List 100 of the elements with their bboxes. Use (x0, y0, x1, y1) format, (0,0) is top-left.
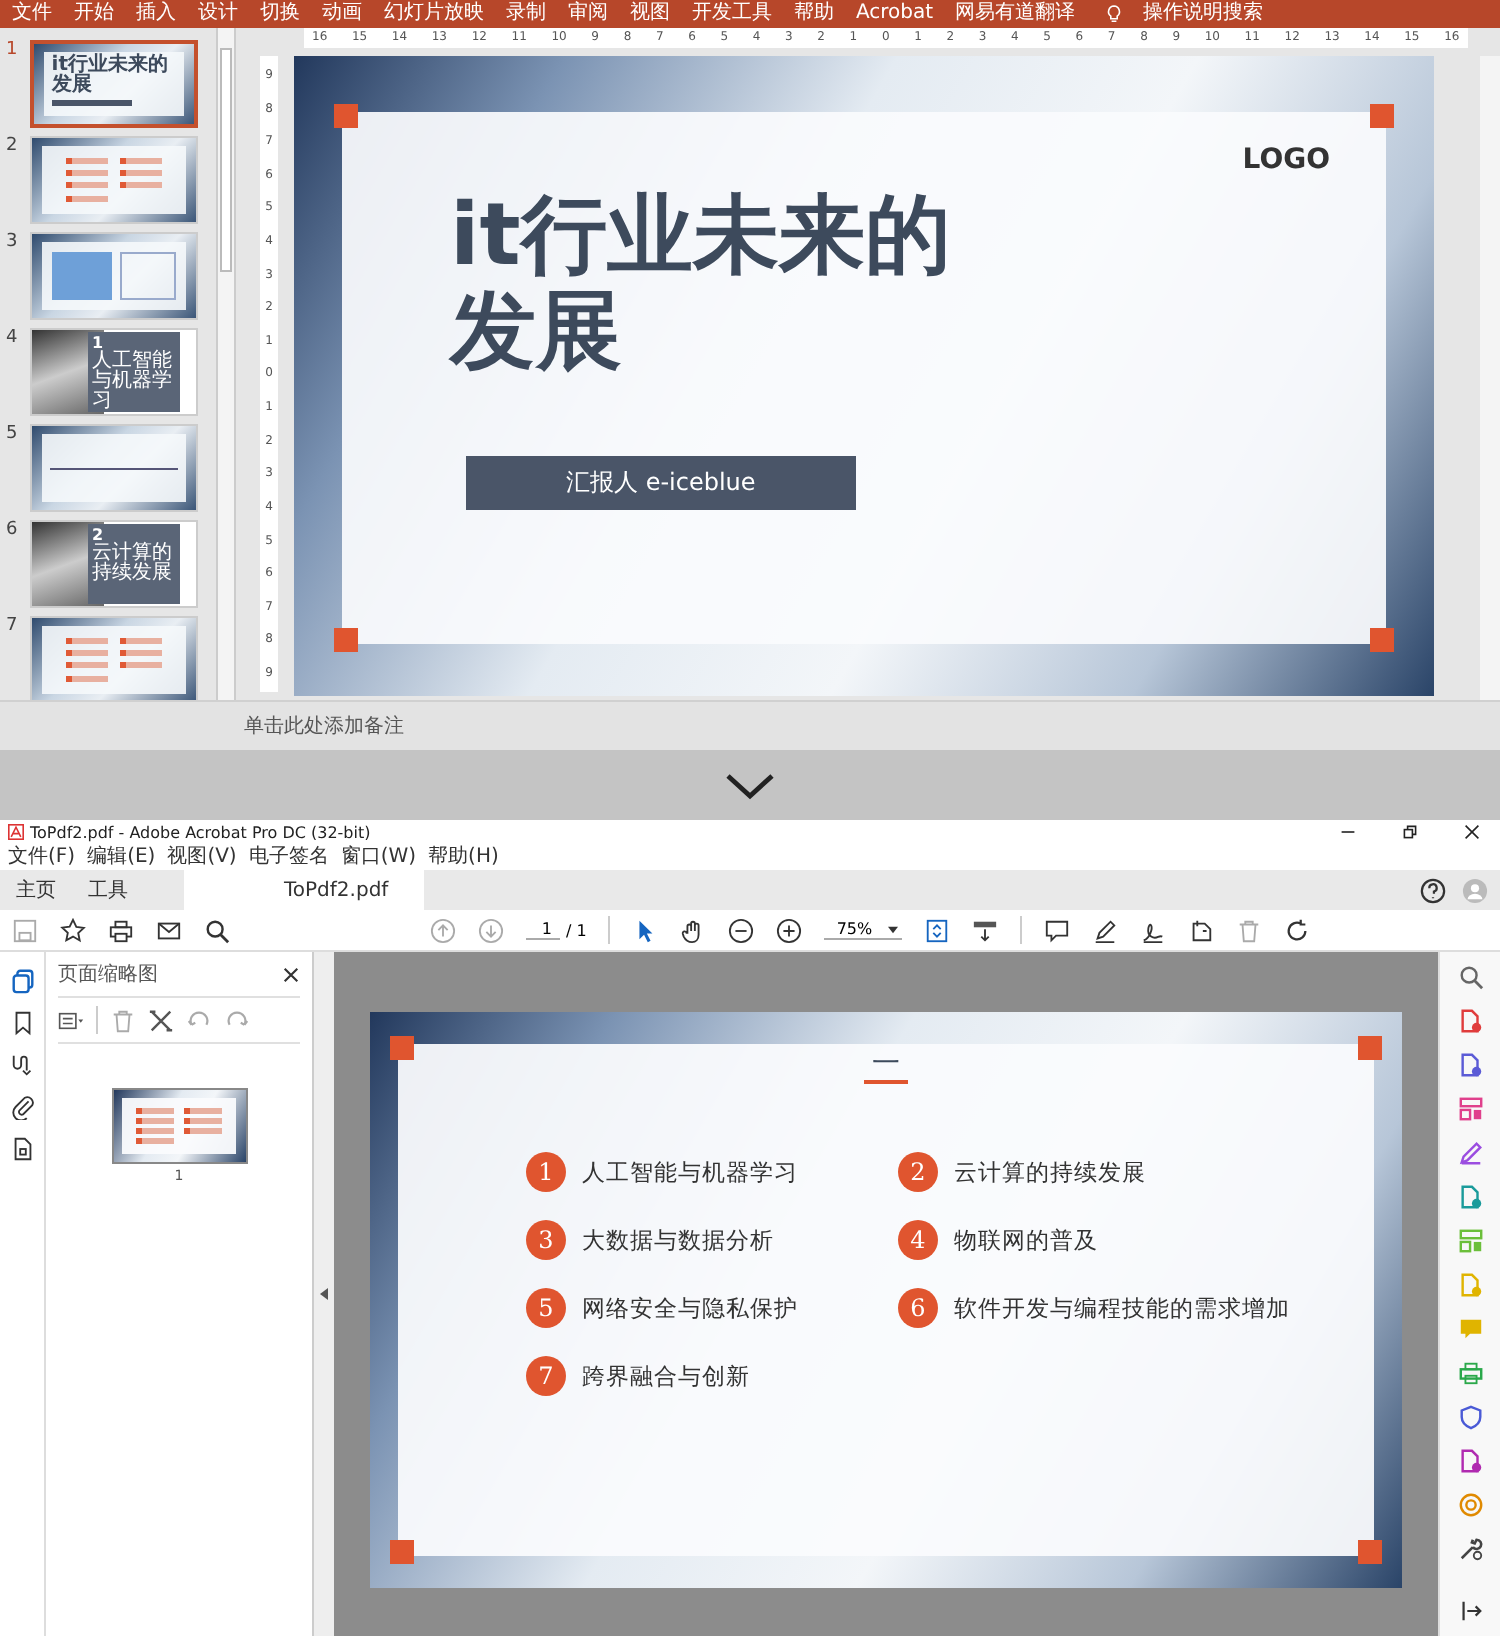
pen-icon[interactable] (1092, 917, 1119, 943)
print-icon[interactable] (108, 917, 134, 943)
paperclip-icon[interactable] (9, 1094, 35, 1120)
menu-item[interactable]: 帮助 (794, 0, 834, 28)
slide-thumbnail[interactable]: 2 云计算的持续发展 (30, 520, 198, 608)
slide-thumbnail[interactable]: 1 人工智能与机器学习 (30, 328, 198, 416)
page-number-field[interactable]: 1 (525, 920, 560, 940)
scrollbar[interactable] (1480, 56, 1500, 700)
caret-icon (888, 925, 899, 933)
slide-thumbnail[interactable] (30, 232, 198, 320)
tab[interactable]: ToPdf2.pdf (184, 870, 424, 910)
printer-icon[interactable] (1457, 1360, 1483, 1386)
slide-title: it行业未来的 发展 (450, 188, 953, 380)
menu-item[interactable]: 录制 (506, 0, 546, 28)
page-count: / 1 (566, 921, 587, 939)
number-badge: 7 (526, 1356, 566, 1396)
menu-item[interactable]: 动画 (322, 0, 362, 28)
wrench-icon[interactable] (1457, 1536, 1483, 1562)
panel-title: 页面缩略图 (58, 961, 158, 988)
corner-square (390, 1036, 414, 1060)
menu-item[interactable]: 网易有道翻译 (955, 0, 1076, 28)
corner-square (334, 104, 358, 128)
number-badge: 3 (526, 1220, 566, 1260)
agenda-item: 网络安全与隐私保护 (582, 1293, 798, 1323)
slide-number: 3 (6, 232, 20, 252)
tab[interactable]: 工具 (72, 870, 144, 910)
menu-item[interactable]: 编辑(E) (87, 844, 156, 870)
comment-icon[interactable] (1044, 917, 1071, 943)
menu-item[interactable]: 视图 (630, 0, 670, 28)
slide-number: 4 (6, 328, 20, 348)
corner-square (1370, 104, 1394, 128)
slide-thumbnail[interactable] (30, 136, 198, 224)
menu-item[interactable]: 文件(F) (8, 844, 76, 870)
zoom-out-icon[interactable] (728, 917, 755, 943)
tab[interactable]: 主页 (0, 870, 72, 910)
search-icon[interactable] (204, 917, 230, 943)
presenter-label: 汇报人 e-iceblue (466, 456, 856, 510)
target-icon[interactable] (1457, 1492, 1483, 1518)
stamp-icon[interactable] (1188, 917, 1215, 943)
slide-number: 2 (6, 136, 20, 156)
document-icon[interactable] (9, 1136, 35, 1162)
restore-icon[interactable] (1402, 824, 1418, 840)
menu-item[interactable]: 文件 (12, 0, 52, 28)
slide-thumbnail[interactable] (30, 616, 198, 700)
layout-icon[interactable] (1457, 1096, 1483, 1122)
rotate-icon[interactable] (1284, 917, 1311, 943)
agenda-item: 人工智能与机器学习 (582, 1157, 798, 1187)
notes-placeholder[interactable]: 单击此处添加备注 (244, 712, 404, 740)
lightbulb-icon (1105, 4, 1122, 24)
expand-panel-icon[interactable] (1457, 1598, 1483, 1624)
slide-number: 7 (6, 616, 20, 636)
slide-thumbnail[interactable] (30, 424, 198, 512)
crop-icon[interactable] (148, 1007, 174, 1033)
shield-icon[interactable] (1457, 1404, 1483, 1430)
signature-icon[interactable] (9, 1052, 35, 1078)
agenda-item: 大数据与数据分析 (582, 1225, 774, 1255)
menu-item[interactable]: 设计 (198, 0, 238, 28)
corner-square (1358, 1036, 1382, 1060)
corner-square (1358, 1540, 1382, 1564)
section-title: 人工智能与机器学习 (92, 352, 174, 412)
corner-square (390, 1540, 414, 1564)
agenda-item: 软件开发与编程技能的需求增加 (954, 1293, 1290, 1323)
options-icon[interactable] (58, 1007, 84, 1033)
page-thumbnail[interactable] (111, 1088, 247, 1164)
section-number: 1 (92, 334, 104, 352)
menu-item[interactable]: 开发工具 (692, 0, 772, 28)
pages-icon[interactable] (9, 968, 35, 994)
menu-item[interactable]: 视图(V) (167, 844, 237, 870)
corner-square (1370, 628, 1394, 652)
thumbnail-title: it行业未来的 发展 (51, 56, 171, 96)
menu-item[interactable]: 帮助(H) (428, 844, 499, 870)
scrollbar[interactable] (216, 28, 236, 700)
section-title: 云计算的持续发展 (92, 544, 174, 584)
collapse-arrow-icon[interactable] (320, 1288, 328, 1300)
agenda-item: 云计算的持续发展 (954, 1157, 1146, 1187)
menu-item[interactable]: 切换 (260, 0, 300, 28)
agenda-item: 跨界融合与创新 (582, 1361, 750, 1391)
zoom-dropdown[interactable]: 75% (824, 920, 903, 940)
corner-square (334, 628, 358, 652)
menu-item[interactable]: 插入 (136, 0, 176, 28)
menu-item[interactable]: 开始 (74, 0, 114, 28)
mail-icon[interactable] (156, 917, 182, 943)
menu-item[interactable]: Acrobat (856, 0, 934, 28)
help-icon[interactable] (1420, 877, 1446, 903)
star-icon[interactable] (60, 917, 86, 943)
search-field[interactable]: 操作说明搜索 (1143, 0, 1264, 28)
menu-item[interactable]: 窗口(W) (340, 844, 417, 870)
fit-page-icon[interactable] (924, 917, 951, 943)
close-icon[interactable] (282, 965, 300, 983)
menu-item[interactable]: 电子签名 (248, 844, 329, 870)
scroll-mode-icon[interactable] (972, 917, 999, 943)
slide-thumbnail[interactable]: it行业未来的 发展 (30, 40, 198, 128)
zoom-in-icon[interactable] (776, 917, 803, 943)
number-badge: 2 (898, 1152, 938, 1192)
number-badge: 4 (898, 1220, 938, 1260)
close-icon[interactable] (1464, 824, 1480, 840)
agenda-item: 物联网的普及 (954, 1225, 1098, 1255)
menu-item[interactable]: 审阅 (568, 0, 608, 28)
zoom-icon[interactable] (1457, 964, 1483, 990)
menu-item[interactable]: 幻灯片放映 (384, 0, 484, 28)
